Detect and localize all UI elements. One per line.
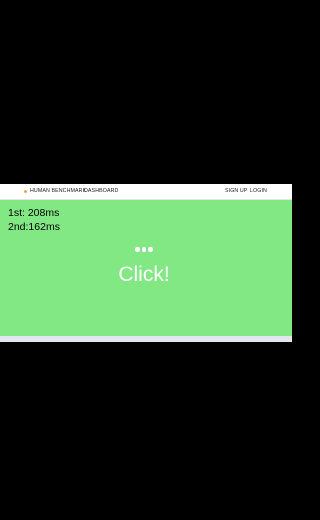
dashboard-link[interactable]: DASHBOARD: [84, 184, 118, 199]
signup-link[interactable]: SIGN UP: [225, 184, 247, 199]
brand-link[interactable]: HUMAN BENCHMARK: [30, 184, 86, 199]
login-link[interactable]: LOGIN: [250, 184, 267, 199]
click-prompt: Click!: [118, 263, 170, 286]
first-result: 1st: 208ms: [8, 207, 60, 219]
bottom-divider-band: [0, 336, 292, 342]
second-result: 2nd:162ms: [8, 221, 60, 233]
dot-3: [148, 247, 153, 252]
reaction-test-area[interactable]: 1st: 208ms 2nd:162ms Click!: [0, 200, 292, 336]
top-navigation-bar: HUMAN BENCHMARK DASHBOARD SIGN UP LOGIN: [0, 184, 292, 200]
dot-1: [135, 247, 140, 252]
ellipsis-icon: [135, 247, 155, 252]
dot-2: [141, 247, 146, 252]
lightning-bolt-icon[interactable]: [24, 190, 27, 193]
